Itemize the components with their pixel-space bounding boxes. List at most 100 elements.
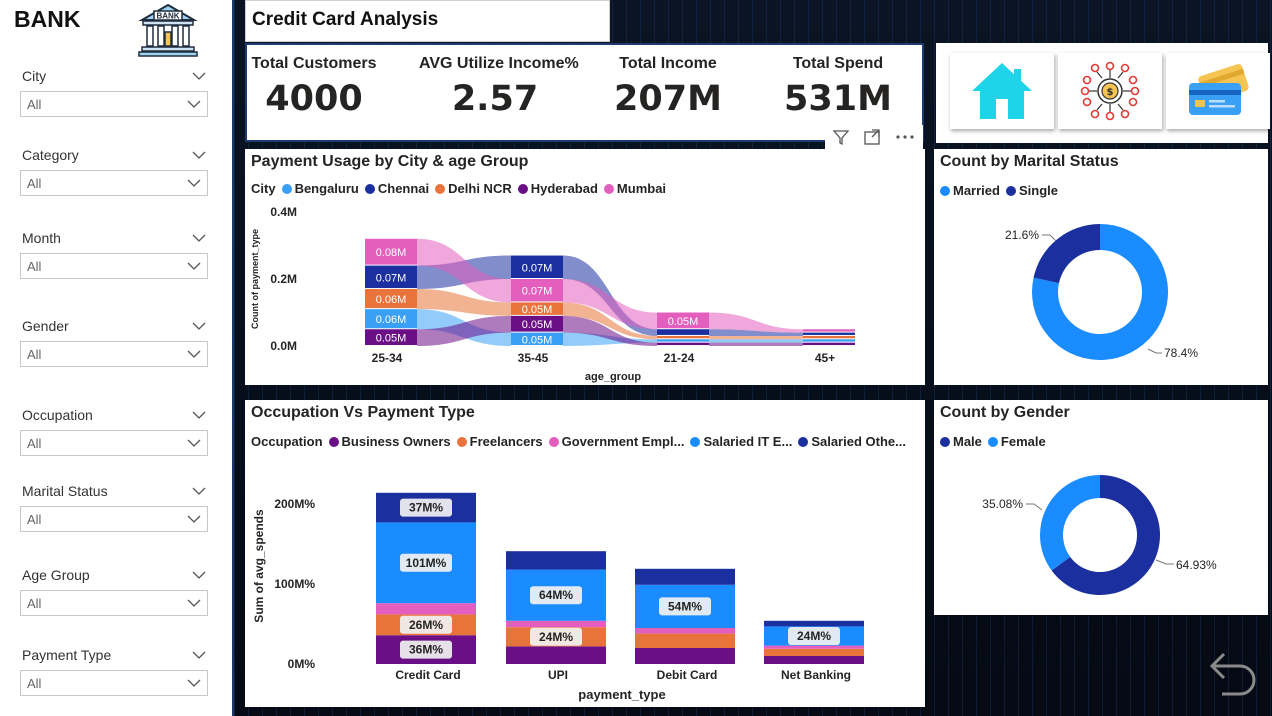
x-tick-label: 45+	[815, 351, 835, 365]
chevron-down-icon	[187, 515, 201, 523]
chevron-down-icon[interactable]	[192, 410, 206, 420]
ribbon-segment	[803, 335, 855, 339]
slicer-gender-label: Gender	[22, 318, 69, 334]
ribbon-chart-panel: Payment Usage by City & age Group City B…	[245, 149, 925, 385]
y-tick-label: 0.2M	[270, 272, 297, 286]
filter-icon[interactable]	[832, 128, 850, 146]
x-tick-label: Debit Card	[657, 668, 718, 682]
slicer-category-dropdown[interactable]: All	[20, 170, 208, 196]
chevron-down-icon[interactable]	[192, 486, 206, 496]
focus-mode-icon[interactable]	[863, 128, 881, 146]
bar-segment	[376, 603, 476, 615]
kpi-total-spend: Total Spend 531M	[763, 55, 913, 119]
slicer-gender-dropdown[interactable]: All	[20, 341, 208, 367]
leader-line	[1026, 503, 1043, 511]
home-icon	[972, 63, 1032, 119]
data-label: 35.08%	[982, 497, 1023, 511]
chevron-down-icon	[187, 439, 201, 447]
chevron-down-icon[interactable]	[192, 650, 206, 660]
y-tick-label: 0M%	[288, 657, 316, 671]
kpi-total-customers: Total Customers 4000	[251, 55, 377, 119]
data-label: 64M%	[539, 588, 573, 602]
slicer-city-dropdown[interactable]: All	[20, 91, 208, 117]
marital-donut-chart: 78.4% 21.6%	[1005, 224, 1198, 360]
data-label: 0.08M	[376, 247, 407, 259]
y-tick-label: 0.4M	[270, 205, 297, 219]
data-label: 0.07M	[522, 262, 553, 274]
bar-segment	[635, 633, 735, 648]
data-label: 37M%	[409, 501, 443, 515]
chevron-down-icon[interactable]	[192, 570, 206, 580]
occupation-bar-chart: 200M% 100M% 0M% Sum of avg_spends 36M% 26M% 10…	[252, 492, 864, 702]
x-tick-label: 35-45	[518, 351, 549, 365]
kpi-value: 2.57	[451, 79, 539, 119]
bar-segment	[506, 551, 606, 570]
slicer-age-group-value: All	[27, 595, 42, 611]
kpi-value: 4000	[265, 79, 363, 119]
bar-segment	[764, 648, 864, 656]
data-label: 0.05M	[522, 304, 553, 316]
slicer-payment-type: Payment Type All	[20, 646, 208, 696]
chevron-down-icon[interactable]	[192, 233, 206, 243]
kpi-panel: Total Customers 4000 AVG Utilize Income%…	[245, 43, 924, 142]
slicer-age-group-label: Age Group	[22, 567, 90, 583]
more-options-icon[interactable]	[894, 128, 916, 146]
slicer-marital-status-value: All	[27, 511, 42, 527]
slicer-month: Month All	[20, 229, 208, 279]
data-label: 36M%	[409, 643, 443, 657]
data-label: 0.07M	[376, 272, 407, 284]
slicer-month-value: All	[27, 258, 42, 274]
slicer-occupation: Occupation All	[20, 406, 208, 456]
slicer-payment-type-value: All	[27, 675, 42, 691]
bar-segment	[506, 620, 606, 628]
ribbon-segment	[657, 335, 709, 339]
slicer-payment-type-label: Payment Type	[22, 647, 112, 663]
slicer-age-group: Age Group All	[20, 566, 208, 616]
ribbon-band	[709, 335, 803, 340]
marital-chart-panel: Count by Marital Status Married Single 7…	[934, 149, 1268, 385]
gender-donut-chart: 64.93% 35.08%	[982, 475, 1217, 595]
bar-segment	[764, 656, 864, 664]
occupation-chart-panel: Occupation Vs Payment Type Occupation Bu…	[245, 400, 925, 707]
donut-slice	[1033, 224, 1100, 284]
slicer-category: Category All	[20, 146, 208, 196]
slicer-month-label: Month	[22, 230, 61, 246]
finance-network-button[interactable]: $	[1058, 53, 1162, 129]
slicer-age-group-dropdown[interactable]: All	[20, 590, 208, 616]
slicer-marital-status-dropdown[interactable]: All	[20, 506, 208, 532]
slicer-occupation-dropdown[interactable]: All	[20, 430, 208, 456]
y-axis-label: Count of payment_type	[250, 229, 260, 329]
chevron-down-icon[interactable]	[192, 321, 206, 331]
ribbon-band	[709, 342, 803, 346]
data-label: 0.07M	[522, 286, 553, 298]
chevron-down-icon[interactable]	[192, 71, 206, 81]
bar-segment	[635, 628, 735, 634]
ribbon-band	[709, 339, 803, 343]
x-axis-label: payment_type	[578, 687, 665, 702]
kpi-avg-utilize-income: AVG Utilize Income% 2.57	[419, 55, 579, 119]
chevron-down-icon	[187, 599, 201, 607]
chevron-down-icon	[187, 679, 201, 687]
chevron-down-icon[interactable]	[192, 150, 206, 160]
x-tick-label: 25-34	[372, 351, 403, 365]
slicer-month-dropdown[interactable]: All	[20, 253, 208, 279]
y-tick-label: 0.0M	[270, 339, 297, 353]
data-label: 24M%	[797, 629, 831, 643]
kpi-value: 207M	[614, 79, 722, 119]
kpi-label: AVG Utilize Income%	[419, 55, 579, 72]
kpi-value: 531M	[784, 79, 892, 119]
credit-cards-button[interactable]	[1166, 53, 1270, 129]
nav-icons-panel: $	[936, 43, 1270, 143]
kpi-label: Total Spend	[792, 55, 884, 72]
back-arrow-icon[interactable]	[1206, 648, 1258, 700]
y-axis-label: Sum of avg_spends	[252, 509, 266, 623]
slicer-payment-type-dropdown[interactable]: All	[20, 670, 208, 696]
data-label: 0.05M	[668, 316, 699, 328]
slicer-gender: Gender All	[20, 317, 208, 367]
home-button[interactable]	[950, 53, 1054, 129]
ribbon-segment	[803, 332, 855, 335]
credit-cards-icon	[1189, 64, 1249, 115]
slicer-city: City All	[20, 67, 208, 117]
chevron-down-icon	[187, 100, 201, 108]
slicer-category-value: All	[27, 175, 42, 191]
